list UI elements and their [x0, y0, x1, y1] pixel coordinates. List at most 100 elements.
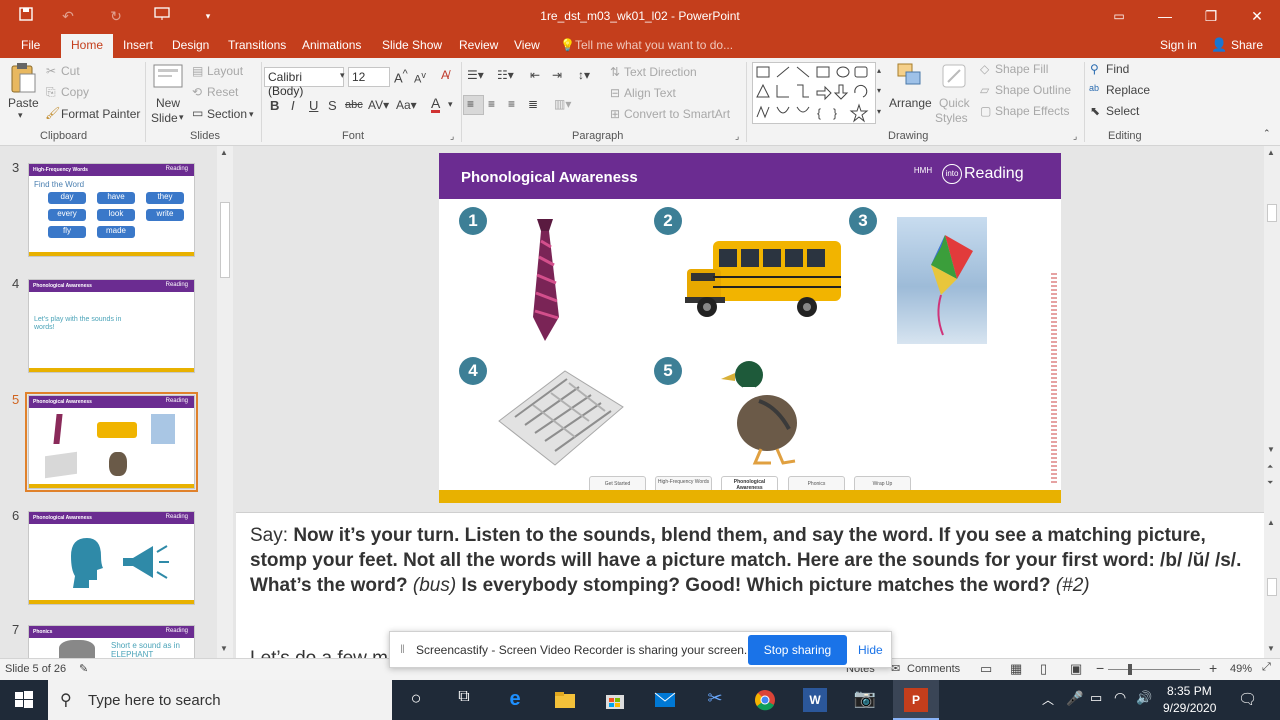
shape-fill-button[interactable]: Shape Fill: [995, 62, 1048, 76]
restore-icon[interactable]: ▭: [1096, 0, 1142, 32]
numbering-icon[interactable]: ☷▾: [497, 68, 514, 82]
find-button[interactable]: Find: [1106, 62, 1129, 76]
thumbnail-scrollbar[interactable]: ▲ ▼: [217, 146, 233, 658]
decrease-indent-icon[interactable]: ⇤: [530, 68, 540, 82]
volume-icon[interactable]: 🔊: [1136, 690, 1152, 706]
scrollbar-thumb[interactable]: [1267, 204, 1277, 222]
quick-styles-icon[interactable]: [940, 62, 970, 92]
arrange-button[interactable]: Arrange: [889, 96, 932, 110]
thumbnail-slide-5[interactable]: Phonological Awareness Reading: [25, 392, 198, 492]
paragraph-dialog-launcher-icon[interactable]: ⌟: [735, 131, 739, 142]
bus-image[interactable]: [683, 233, 845, 325]
tell-me-icon[interactable]: 💡: [560, 38, 575, 52]
drag-handle-icon[interactable]: ‖: [400, 642, 405, 656]
copy-button[interactable]: Copy: [61, 85, 89, 99]
maze-image[interactable]: [495, 365, 627, 469]
fit-to-window-icon[interactable]: ⤢: [1262, 661, 1271, 674]
tab-slide-show[interactable]: Slide Show: [382, 38, 442, 52]
windows-start-icon[interactable]: [12, 688, 36, 712]
thumbnail-slide-7[interactable]: Phonics Reading Short e sound as in ELEP…: [28, 625, 195, 658]
tab-design[interactable]: Design: [172, 38, 209, 52]
speaker-notes[interactable]: Say: Now it’s your turn. Listen to the s…: [250, 523, 1250, 598]
font-size-select[interactable]: 12: [348, 67, 390, 87]
clear-formatting-icon[interactable]: A̸: [441, 68, 449, 82]
shapes-scroll-up-icon[interactable]: ▴: [877, 66, 881, 75]
microphone-icon[interactable]: 🎤: [1066, 690, 1083, 707]
previous-slide-icon[interactable]: ⏶: [1267, 462, 1273, 472]
chrome-icon[interactable]: [753, 688, 777, 712]
edge-icon[interactable]: e: [503, 688, 527, 712]
scrollbar-thumb[interactable]: [1267, 578, 1277, 596]
kite-image[interactable]: [897, 217, 987, 344]
clock-time[interactable]: 8:35 PM: [1167, 684, 1212, 698]
drawing-dialog-launcher-icon[interactable]: ⌟: [1073, 131, 1077, 142]
font-color-dropdown-icon[interactable]: ▾: [448, 99, 453, 110]
shadow-icon[interactable]: S: [328, 98, 337, 113]
show-hidden-icons[interactable]: ︿: [1042, 691, 1054, 708]
new-slide-label-2[interactable]: Slide: [151, 111, 178, 125]
new-slide-label-1[interactable]: New: [156, 96, 180, 110]
bold-icon[interactable]: B: [270, 98, 279, 113]
zoom-out-icon[interactable]: −: [1096, 660, 1104, 676]
shapes-more-icon[interactable]: ▾: [877, 107, 881, 116]
powerpoint-taskbar-button[interactable]: P: [893, 680, 939, 720]
shapes-scroll-down-icon[interactable]: ▾: [877, 86, 881, 95]
zoom-slider[interactable]: [1108, 669, 1200, 670]
tie-image[interactable]: [527, 217, 563, 343]
tab-home[interactable]: Home: [61, 34, 114, 58]
font-name-dropdown-icon[interactable]: ▾: [340, 70, 345, 81]
sign-in-link[interactable]: Sign in: [1160, 38, 1197, 52]
spelling-check-icon[interactable]: ✎: [79, 662, 88, 675]
minimize-icon[interactable]: —: [1142, 0, 1188, 32]
character-spacing-icon[interactable]: AV▾: [368, 98, 389, 112]
reset-button[interactable]: Reset: [207, 85, 238, 99]
wifi-icon[interactable]: ◠: [1114, 689, 1126, 706]
shrink-font-icon[interactable]: Av: [414, 70, 426, 86]
scroll-down-icon[interactable]: ▼: [1267, 644, 1275, 653]
zoom-slider-thumb[interactable]: [1128, 664, 1132, 675]
battery-icon[interactable]: ▭: [1090, 690, 1102, 706]
section-button[interactable]: Section: [207, 107, 247, 121]
duck-image[interactable]: [715, 357, 807, 467]
font-name-select[interactable]: Calibri (Body): [264, 67, 344, 98]
slide-canvas[interactable]: Phonological Awareness HMH into Reading …: [439, 153, 1061, 503]
tab-file[interactable]: File: [21, 38, 40, 52]
slide-show-icon[interactable]: ▣: [1070, 661, 1082, 677]
strikethrough-icon[interactable]: abc: [345, 99, 363, 111]
thumbnail-slide-3[interactable]: High-Frequency Words Reading Find the Wo…: [28, 163, 195, 257]
quick-styles-label-1[interactable]: Quick: [939, 96, 970, 110]
comments-icon[interactable]: ✉: [891, 662, 900, 675]
align-right-icon[interactable]: ≡: [508, 97, 515, 111]
scroll-up-icon[interactable]: ▲: [220, 148, 228, 157]
task-view-icon[interactable]: ⧉: [452, 688, 476, 712]
justify-icon[interactable]: ≣: [528, 97, 538, 111]
line-spacing-icon[interactable]: ↕▾: [578, 68, 590, 82]
arrange-icon[interactable]: [896, 62, 926, 92]
comments-toggle[interactable]: Comments: [907, 663, 960, 675]
normal-view-icon[interactable]: ▭: [980, 661, 992, 677]
align-center-icon[interactable]: ≡: [488, 97, 495, 111]
format-painter-button[interactable]: Format Painter: [61, 107, 140, 121]
underline-icon[interactable]: U: [309, 98, 318, 113]
bullets-icon[interactable]: ☰▾: [467, 68, 484, 82]
new-slide-dropdown-icon[interactable]: ▾: [179, 112, 184, 123]
word-icon[interactable]: W: [803, 688, 827, 712]
clock-date[interactable]: 9/29/2020: [1163, 701, 1216, 715]
shape-outline-button[interactable]: Shape Outline: [995, 83, 1071, 97]
quick-styles-label-2[interactable]: Styles: [935, 111, 968, 125]
scroll-down-icon[interactable]: ▼: [1267, 445, 1275, 454]
italic-icon[interactable]: I: [291, 98, 295, 113]
replace-button[interactable]: Replace: [1106, 83, 1150, 97]
thumbnail-slide-4[interactable]: Phonological Awareness Reading Let's pla…: [28, 279, 195, 373]
shapes-gallery[interactable]: {}: [752, 62, 876, 124]
scroll-up-icon[interactable]: ▲: [1267, 518, 1275, 527]
section-dropdown-icon[interactable]: ▾: [249, 109, 254, 120]
scroll-down-icon[interactable]: ▼: [220, 644, 228, 653]
zoom-level[interactable]: 49%: [1230, 663, 1252, 675]
cortana-icon[interactable]: ○: [404, 688, 428, 712]
convert-smartart-button[interactable]: Convert to SmartArt: [624, 107, 730, 121]
font-dialog-launcher-icon[interactable]: ⌟: [450, 131, 454, 142]
hide-button[interactable]: Hide: [858, 643, 883, 657]
slide-sorter-icon[interactable]: ▦: [1010, 661, 1022, 677]
align-text-button[interactable]: Align Text: [624, 86, 676, 100]
